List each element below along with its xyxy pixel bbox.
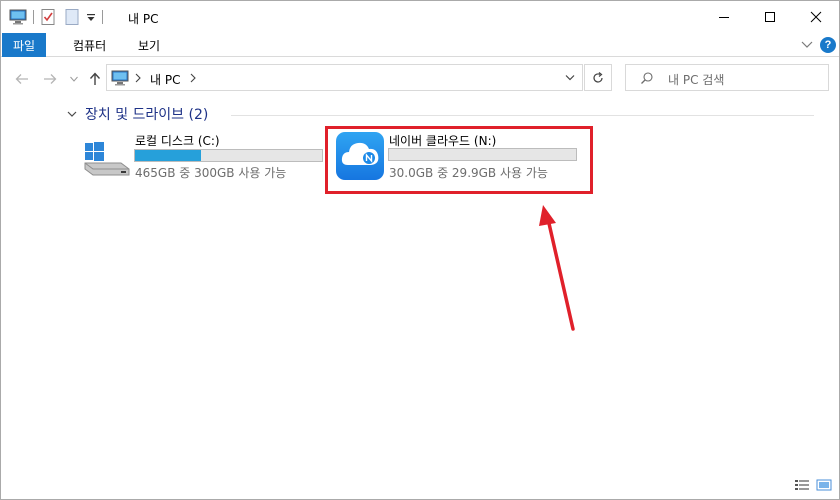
toolbar-separator <box>33 10 34 24</box>
refresh-icon <box>593 71 603 83</box>
search-icon <box>640 71 654 85</box>
properties-icon[interactable] <box>40 8 56 26</box>
annotation-highlight-box <box>325 126 593 194</box>
recent-locations-button[interactable] <box>65 70 83 88</box>
group-divider <box>231 115 814 116</box>
details-view-icon[interactable] <box>794 479 810 491</box>
chevron-down-icon <box>565 75 575 81</box>
new-folder-icon[interactable] <box>64 8 80 26</box>
up-arrow-icon <box>89 72 101 85</box>
customize-toolbar-icon[interactable] <box>86 11 96 23</box>
group-header[interactable]: 장치 및 드라이브 (2) <box>67 105 208 123</box>
back-button[interactable] <box>13 70 31 88</box>
maximize-icon <box>765 12 775 22</box>
annotation-arrow <box>539 205 575 331</box>
close-button[interactable] <box>793 1 839 33</box>
computer-icon <box>111 70 129 86</box>
toolbar-separator <box>102 10 103 24</box>
chevron-down-icon <box>70 76 78 82</box>
tab-view[interactable]: 보기 <box>138 33 160 57</box>
drive-usage-fill <box>135 150 202 161</box>
large-icons-view-icon[interactable] <box>816 479 832 491</box>
minimize-button[interactable] <box>701 1 747 33</box>
search-input[interactable]: 내 PC 검색 <box>668 71 724 88</box>
maximize-button[interactable] <box>747 1 793 33</box>
ribbon-tabs: 파일 컴퓨터 보기 ? <box>1 33 839 57</box>
address-bar[interactable]: 내 PC <box>106 64 583 91</box>
breadcrumb-chevron-icon[interactable] <box>134 73 142 83</box>
quick-access-toolbar <box>9 8 109 26</box>
minimize-icon <box>719 17 729 18</box>
title-bar: 내 PC <box>1 1 839 33</box>
computer-icon <box>9 9 27 25</box>
tab-file[interactable]: 파일 <box>2 33 46 57</box>
drive-space-info: 465GB 중 300GB 사용 가능 <box>135 166 287 180</box>
back-arrow-icon <box>15 74 28 84</box>
drive-item-local-disk[interactable]: 로컬 디스크 (C:) 465GB 중 300GB 사용 가능 <box>81 129 326 181</box>
forward-arrow-icon <box>44 74 57 84</box>
window-title: 내 PC <box>128 12 159 26</box>
tab-computer[interactable]: 컴퓨터 <box>73 33 106 57</box>
close-icon <box>810 11 822 23</box>
up-button[interactable] <box>86 70 104 88</box>
address-dropdown-button[interactable] <box>557 64 583 91</box>
explorer-window: 내 PC 파일 컴퓨터 보기 ? 내 PC 내 PC 검색 장치 및 드라이브 … <box>0 0 840 500</box>
refresh-button[interactable] <box>584 64 612 91</box>
group-title: 장치 및 드라이브 (2) <box>85 107 209 123</box>
forward-button[interactable] <box>41 70 59 88</box>
view-switcher <box>794 479 832 491</box>
breadcrumb-chevron-icon[interactable] <box>189 73 197 83</box>
collapse-chevron-icon[interactable] <box>67 110 77 118</box>
drive-name: 로컬 디스크 (C:) <box>135 134 220 148</box>
search-box[interactable]: 내 PC 검색 <box>625 64 829 91</box>
breadcrumb-item[interactable]: 내 PC <box>150 71 180 88</box>
expand-ribbon-icon[interactable] <box>801 39 813 49</box>
windows-drive-icon <box>81 139 131 177</box>
drive-usage-bar <box>134 149 323 162</box>
help-button[interactable]: ? <box>820 37 836 53</box>
